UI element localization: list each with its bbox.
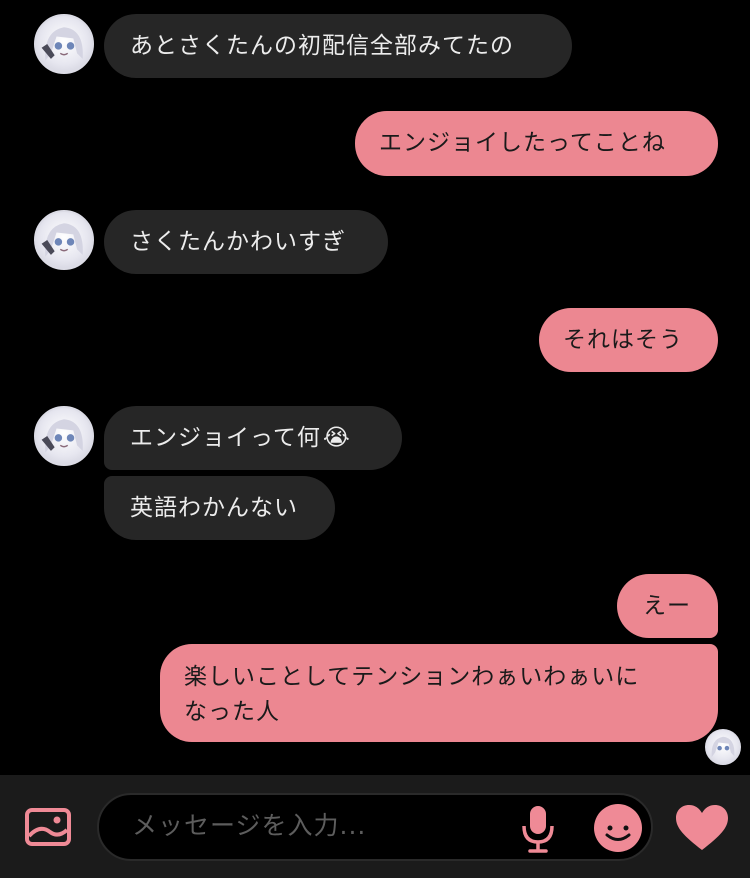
avatar[interactable]	[34, 14, 94, 74]
outgoing-message[interactable]: それはそう	[539, 308, 718, 372]
message-input-placeholder: メッセージを入力...	[132, 811, 367, 840]
incoming-message[interactable]: さくたんかわいすぎ	[104, 210, 388, 274]
message-text: えー	[643, 593, 691, 619]
outgoing-message[interactable]: エンジョイしたってことね	[355, 111, 718, 176]
image-icon[interactable]	[24, 806, 72, 848]
read-receipt-avatar	[705, 729, 741, 765]
outgoing-message[interactable]: えー	[617, 574, 718, 638]
message-text: 英語わかんない	[130, 495, 298, 521]
message-text: あとさくたんの初配信全部みてたの	[130, 33, 514, 59]
outgoing-message[interactable]: 楽しいことしてテンションわぁいわぁいに なった人	[160, 644, 718, 742]
incoming-message[interactable]: エンジョイって何😭	[104, 406, 402, 470]
message-text: エンジョイって何	[130, 425, 321, 451]
incoming-message[interactable]: 英語わかんない	[104, 476, 335, 540]
heart-icon[interactable]	[674, 804, 730, 852]
message-text: エンジョイしたってことね	[379, 130, 666, 156]
message-line: なった人	[184, 699, 280, 725]
message-line: 楽しいことしてテンションわぁいわぁいに	[184, 664, 640, 690]
incoming-message[interactable]: あとさくたんの初配信全部みてたの	[104, 14, 572, 78]
smile-icon[interactable]	[593, 803, 643, 853]
avatar[interactable]	[34, 406, 94, 466]
mic-icon[interactable]	[520, 804, 556, 854]
crying-face-emoji: 😭	[322, 425, 351, 451]
message-text: さくたんかわいすぎ	[130, 229, 346, 255]
avatar[interactable]	[34, 210, 94, 270]
message-text: それはそう	[563, 327, 683, 353]
